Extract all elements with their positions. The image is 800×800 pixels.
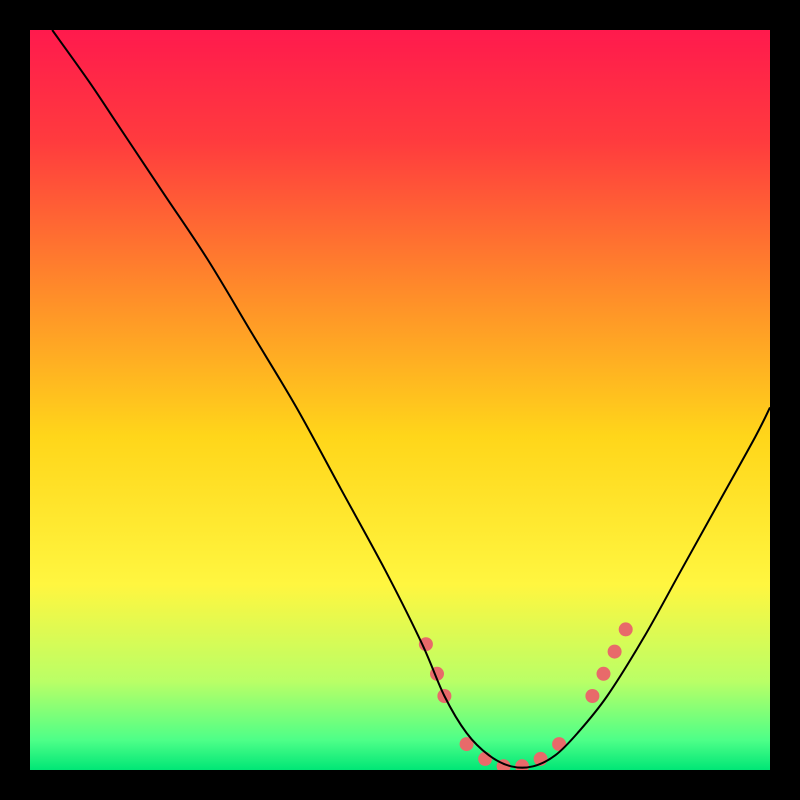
frame-right (770, 0, 800, 800)
data-marker (478, 752, 492, 766)
chart-canvas (0, 0, 800, 800)
frame-left (0, 0, 30, 800)
data-marker (608, 645, 622, 659)
frame-bottom (0, 770, 800, 800)
data-marker (552, 737, 566, 751)
data-marker (585, 689, 599, 703)
data-marker (597, 667, 611, 681)
data-marker (619, 622, 633, 636)
data-marker (419, 637, 433, 651)
plot-background (30, 30, 770, 770)
frame-top (0, 0, 800, 30)
